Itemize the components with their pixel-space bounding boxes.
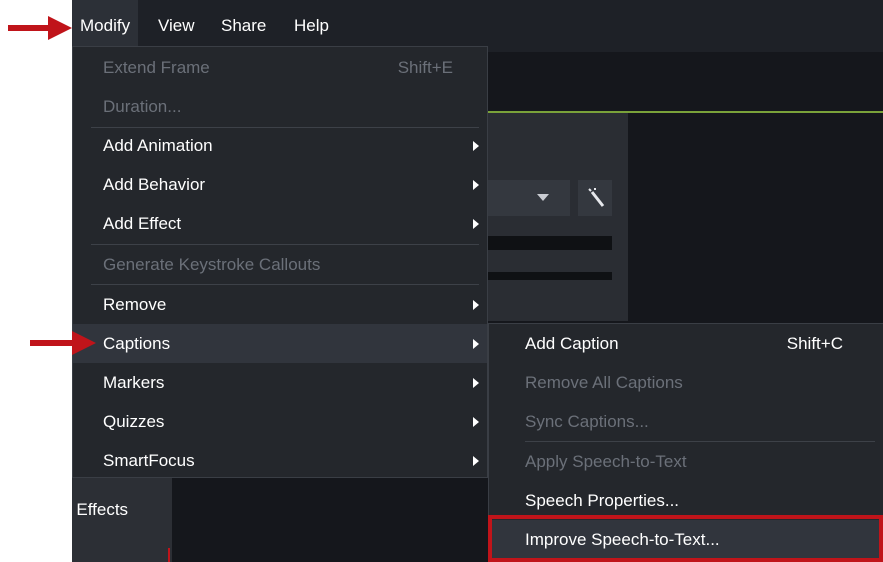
app-window: Modify View Share Help r Effects Extend … xyxy=(72,0,883,562)
submenu-arrow-icon xyxy=(473,219,479,229)
panel-slider-track[interactable] xyxy=(486,236,612,250)
menu-modify[interactable]: Modify xyxy=(72,0,139,52)
menu-view[interactable]: View xyxy=(150,0,203,52)
menu-help[interactable]: Help xyxy=(286,0,337,52)
menu-item-add-animation[interactable]: Add Animation xyxy=(73,126,487,165)
menu-item-smartfocus[interactable]: SmartFocus xyxy=(73,441,487,480)
submenu-item-add-caption[interactable]: Add Caption Shift+C xyxy=(489,324,883,363)
menu-item-add-effect[interactable]: Add Effect xyxy=(73,204,487,243)
menu-item-generate-keystroke-callouts: Generate Keystroke Callouts xyxy=(103,255,321,274)
submenu-arrow-icon xyxy=(473,339,479,349)
red-arrow-icon xyxy=(8,16,72,40)
chevron-down-icon xyxy=(537,194,549,201)
menu-bar: Modify View Share Help xyxy=(72,0,883,52)
menu-item-captions[interactable]: Captions xyxy=(73,324,487,363)
effects-tab-label: r Effects xyxy=(72,500,129,519)
menu-item-extend-frame: Extend Frame Shift+E xyxy=(103,58,453,77)
highlight-box xyxy=(488,515,883,562)
properties-panel xyxy=(486,113,628,321)
modify-menu: Extend Frame Shift+E Duration... Add Ani… xyxy=(72,46,488,478)
menu-share[interactable]: Share xyxy=(213,0,274,52)
menu-item-remove[interactable]: Remove xyxy=(73,285,487,324)
submenu-item-remove-all-captions: Remove All Captions xyxy=(525,373,683,392)
menu-item-duration: Duration... xyxy=(103,97,182,116)
magic-wand-icon xyxy=(588,188,605,207)
submenu-arrow-icon xyxy=(473,456,479,466)
menu-item-quizzes[interactable]: Quizzes xyxy=(73,402,487,441)
submenu-item-sync-captions: Sync Captions... xyxy=(525,412,649,431)
submenu-arrow-icon xyxy=(473,378,479,388)
submenu-item-apply-speech-to-text: Apply Speech-to-Text xyxy=(525,452,687,471)
submenu-arrow-icon xyxy=(473,417,479,427)
menu-item-add-behavior[interactable]: Add Behavior xyxy=(73,165,487,204)
submenu-arrow-icon xyxy=(473,141,479,151)
submenu-arrow-icon xyxy=(473,300,479,310)
red-arrow-icon xyxy=(30,331,96,355)
panel-dropdown[interactable] xyxy=(486,180,570,216)
panel-slider-track-2[interactable] xyxy=(486,272,612,280)
effects-tab[interactable]: r Effects xyxy=(72,478,172,562)
menu-item-markers[interactable]: Markers xyxy=(73,363,487,402)
playhead-marker xyxy=(168,548,170,562)
submenu-arrow-icon xyxy=(473,180,479,190)
